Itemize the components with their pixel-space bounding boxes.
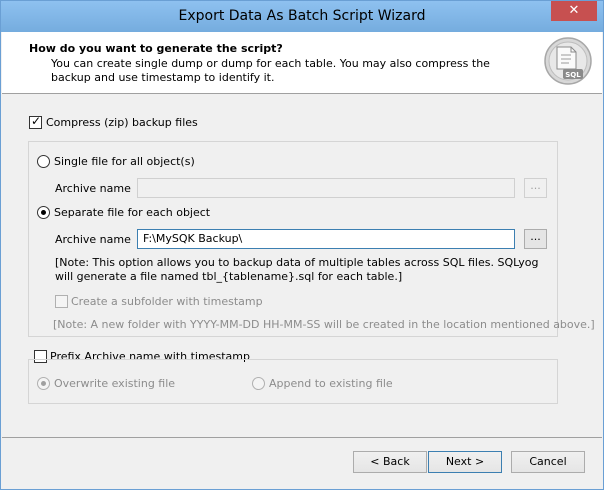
wizard-header: How do you want to generate the script? … (2, 32, 602, 94)
sql-icon-text: SQL (565, 71, 581, 79)
overwrite-radio[interactable] (37, 377, 50, 390)
footer-separator (2, 437, 602, 438)
header-title: How do you want to generate the script? (29, 42, 283, 55)
header-description: You can create single dump or dump for e… (51, 57, 490, 84)
sql-script-icon: SQL (544, 37, 592, 85)
cancel-button[interactable]: Cancel (511, 451, 585, 473)
window-title: Export Data As Batch Script Wizard (178, 8, 426, 24)
checkmark-icon: ✓ (31, 114, 42, 128)
separate-file-radio[interactable] (37, 206, 50, 219)
compress-label: Compress (zip) backup files (46, 116, 198, 129)
append-radio[interactable] (252, 377, 265, 390)
subfolder-checkbox[interactable] (55, 295, 68, 308)
separate-archive-label: Archive name (55, 233, 131, 246)
separate-archive-input[interactable]: F:\MySQK Backup\ (137, 229, 515, 249)
radio-selected-dot (41, 381, 46, 386)
append-label: Append to existing file (269, 377, 393, 390)
single-file-label: Single file for all object(s) (54, 155, 195, 168)
separate-file-note: [Note: This option allows you to backup … (55, 256, 539, 283)
next-button[interactable]: Next > (428, 451, 502, 473)
radio-selected-dot (41, 210, 46, 215)
back-button[interactable]: < Back (353, 451, 427, 473)
single-file-radio[interactable] (37, 155, 50, 168)
single-archive-label: Archive name (55, 182, 131, 195)
separate-archive-browse-button[interactable]: ... (524, 229, 547, 249)
subfolder-note: [Note: A new folder with YYYY-MM-DD HH-M… (53, 318, 595, 331)
compress-checkbox[interactable]: ✓ (29, 114, 42, 129)
separate-file-label: Separate file for each object (54, 206, 211, 219)
wizard-window: Export Data As Batch Script Wizard ✕ How… (0, 0, 604, 490)
subfolder-label: Create a subfolder with timestamp (71, 295, 263, 308)
single-archive-input[interactable] (137, 178, 515, 198)
overwrite-label: Overwrite existing file (54, 377, 176, 390)
single-archive-browse-button[interactable]: ... (524, 178, 547, 198)
title-bar: Export Data As Batch Script Wizard ✕ (1, 1, 603, 32)
close-button[interactable]: ✕ (551, 1, 597, 21)
